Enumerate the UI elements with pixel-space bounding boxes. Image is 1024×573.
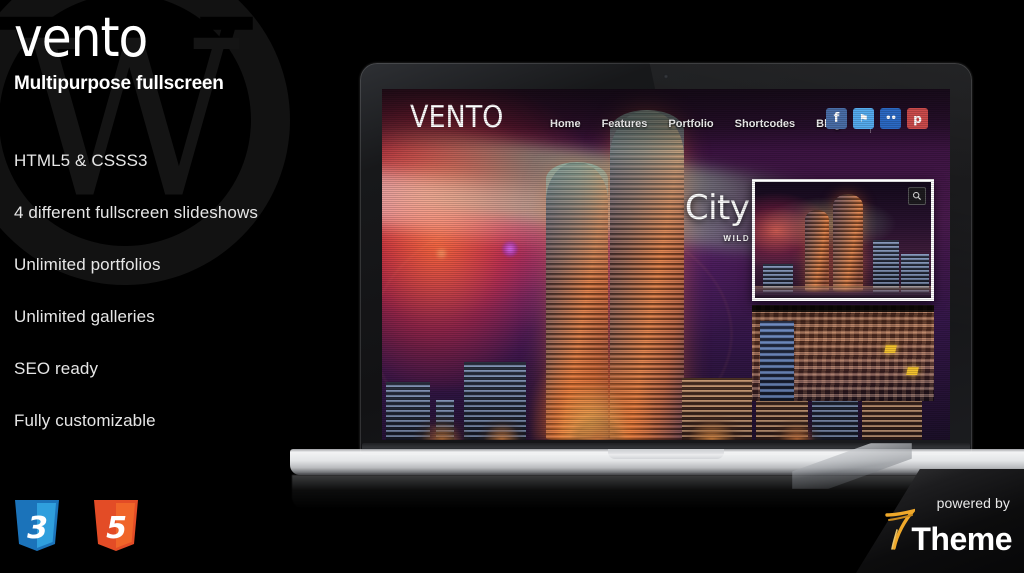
feature-item: Unlimited galleries <box>14 307 155 326</box>
zoom-magnifier-icon[interactable] <box>908 187 926 205</box>
feature-item: Unlimited portfolios <box>14 255 161 274</box>
css3-badge-icon: 3 <box>12 498 62 553</box>
twitter-icon[interactable]: ⚑ <box>853 108 874 129</box>
website-preview: VENTO Home Features Portfolio Shortcodes… <box>382 89 950 440</box>
lens-flare-dot <box>437 249 446 258</box>
facebook-icon[interactable]: f <box>826 108 847 129</box>
feature-item: 4 different fullscreen slideshows <box>14 203 258 222</box>
purple-flare-dot <box>502 241 518 257</box>
theme-wordmark: Theme <box>911 521 1012 557</box>
laptop-lid: VENTO Home Features Portfolio Shortcodes… <box>360 63 972 455</box>
feature-item: SEO ready <box>14 359 99 378</box>
nav-item-home[interactable]: Home <box>550 118 581 130</box>
feature-list: HTML5 & CSSS3 4 different fullscreen sli… <box>14 152 344 464</box>
social-links: f ⚑ •• р <box>826 108 928 129</box>
promo-heading-block: vento Multipurpose fullscreen <box>14 6 344 95</box>
thumbnail-image[interactable] <box>752 179 934 301</box>
vento-logo: vento <box>14 6 148 69</box>
powered-by-block: powered by Theme <box>856 469 1024 573</box>
feature-item: Fully customizable <box>14 411 156 430</box>
nav-item-shortcodes[interactable]: Shortcodes <box>735 118 796 130</box>
portfolio-thumbnail-panel <box>752 179 934 401</box>
tech-badges: 3 5 <box>12 498 141 553</box>
laptop-screen: VENTO Home Features Portfolio Shortcodes… <box>382 89 950 440</box>
site-logo[interactable]: VENTO <box>410 103 503 133</box>
css3-badge-label: 3 <box>27 511 48 546</box>
webcam-icon <box>663 74 669 79</box>
html5-badge-icon: 5 <box>91 498 141 553</box>
flickr-icon[interactable]: •• <box>880 108 901 129</box>
nav-item-features[interactable]: Features <box>602 118 648 130</box>
site-header: VENTO Home Features Portfolio Shortcodes… <box>382 89 950 151</box>
nav-item-portfolio[interactable]: Portfolio <box>668 118 713 130</box>
promo-tagline: Multipurpose fullscreen <box>14 72 224 94</box>
seventheme-logo[interactable]: Theme <box>885 508 1012 555</box>
laptop-mockup: VENTO Home Features Portfolio Shortcodes… <box>290 63 1024 509</box>
seven-swoosh-icon <box>885 508 919 550</box>
feature-item: HTML5 & CSSS3 <box>14 151 148 170</box>
thumbnail-strip[interactable] <box>752 305 934 401</box>
html5-badge-label: 5 <box>106 511 127 546</box>
promo-banner: W vento Multipurpose fullscreen HTML5 & … <box>0 0 1024 573</box>
pinterest-icon[interactable]: р <box>907 108 928 129</box>
